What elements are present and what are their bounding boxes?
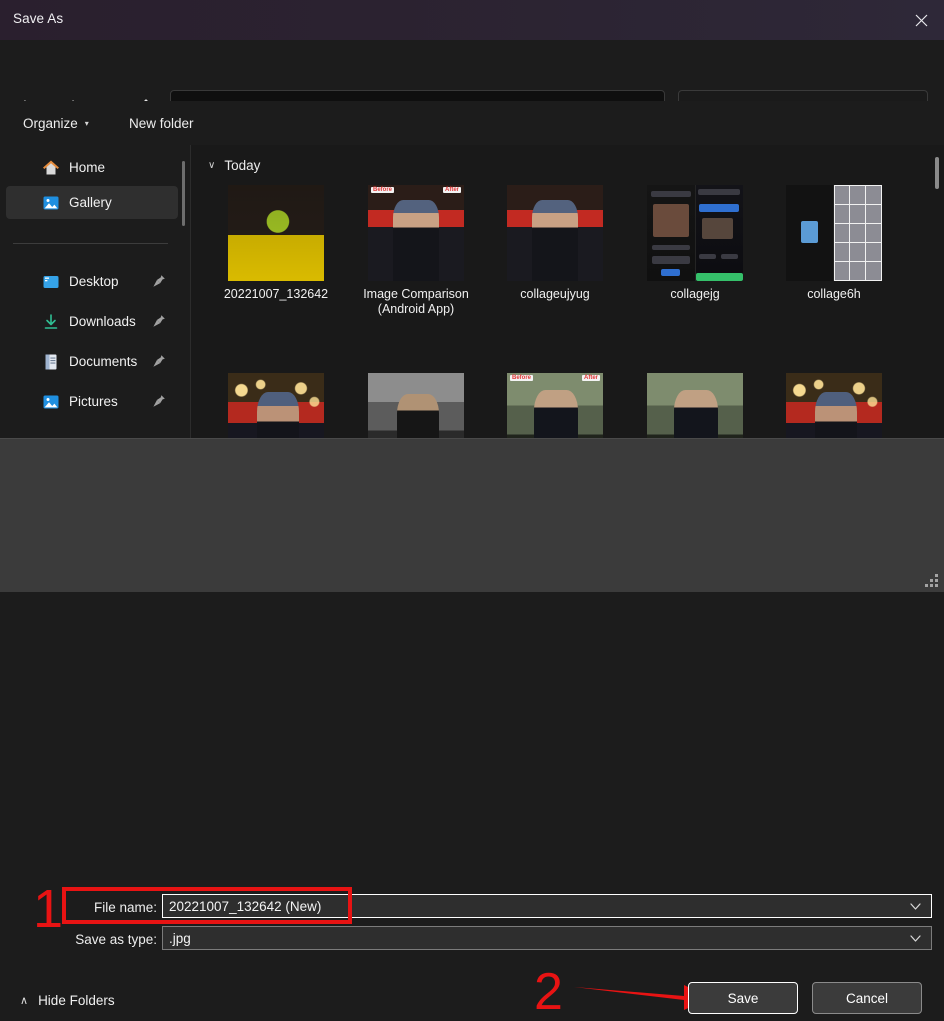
file-thumbnail bbox=[228, 185, 324, 281]
file-name-label: collage6h bbox=[807, 287, 861, 301]
file-tile[interactable]: collageujyug bbox=[494, 185, 616, 302]
sidebar-item-pictures[interactable]: Pictures bbox=[6, 385, 178, 418]
pin-icon[interactable] bbox=[152, 314, 166, 328]
new-folder-button[interactable]: New folder bbox=[120, 109, 203, 137]
save-form-panel: File name: 20221007_132642 (New) Save as… bbox=[0, 438, 944, 1018]
cancel-button[interactable]: Cancel bbox=[812, 982, 922, 1014]
chevron-down-icon[interactable] bbox=[909, 932, 922, 945]
navigation-bar: › Downloads › Search Downloads bbox=[0, 40, 944, 131]
group-header-today[interactable]: ∨ Today bbox=[208, 158, 260, 173]
file-name-label: File name: bbox=[93, 900, 157, 915]
organize-label: Organize bbox=[23, 115, 78, 131]
chevron-down-icon[interactable]: ∨ bbox=[208, 160, 215, 171]
file-thumbnail bbox=[786, 185, 882, 281]
save-as-dialog: Save As › Downloads › bbox=[0, 0, 944, 1018]
save-as-type-label: Save as type: bbox=[75, 932, 157, 947]
group-label: Today bbox=[224, 158, 261, 173]
sidebar-item-desktop[interactable]: Desktop bbox=[6, 265, 178, 298]
file-tile[interactable] bbox=[773, 373, 895, 438]
file-thumbnail bbox=[368, 373, 464, 438]
sidebar-scrollbar-thumb[interactable] bbox=[182, 161, 185, 226]
save-button[interactable]: Save bbox=[688, 982, 798, 1014]
title-bar: Save As bbox=[0, 0, 944, 41]
close-icon[interactable] bbox=[898, 0, 944, 40]
cancel-label: Cancel bbox=[845, 990, 889, 1006]
dialog-content: Home Gallery Desktop Downloads Documents… bbox=[0, 145, 944, 438]
save-as-type-select[interactable]: .jpg bbox=[162, 926, 932, 950]
file-tile[interactable]: Before After Image Comparison (Android Ap… bbox=[355, 185, 477, 317]
pin-icon[interactable] bbox=[152, 354, 166, 368]
file-tile[interactable]: 20221007_132642 bbox=[215, 185, 337, 302]
gallery-icon bbox=[42, 194, 60, 212]
file-name-label: collageujyug bbox=[520, 287, 590, 301]
file-thumbnail bbox=[507, 185, 603, 281]
resize-grip[interactable] bbox=[925, 574, 939, 588]
file-thumbnail bbox=[786, 373, 882, 438]
chevron-up-icon: ∧ bbox=[20, 994, 29, 1007]
pictures-icon bbox=[42, 393, 60, 411]
home-icon bbox=[42, 159, 60, 177]
file-tile[interactable]: collagejg bbox=[634, 185, 756, 302]
hide-folders-label: Hide Folders bbox=[38, 992, 115, 1008]
pin-icon[interactable] bbox=[152, 394, 166, 408]
file-pane-scrollbar-thumb[interactable] bbox=[935, 157, 939, 189]
file-tile[interactable]: collage6h bbox=[773, 185, 895, 302]
save-as-type-value: .jpg bbox=[169, 930, 191, 946]
file-name-label: Image Comparison (Android App) bbox=[363, 287, 469, 316]
file-name-label: collagejg bbox=[670, 287, 720, 301]
file-name-label: 20221007_132642 bbox=[223, 287, 329, 301]
file-thumbnail bbox=[647, 185, 743, 281]
file-thumbnail: Before After bbox=[368, 185, 464, 281]
file-name-input[interactable]: 20221007_132642 (New) bbox=[162, 894, 932, 918]
documents-icon bbox=[42, 353, 60, 371]
file-thumbnail bbox=[228, 373, 324, 438]
window-title: Save As bbox=[13, 11, 64, 26]
sidebar-item-downloads[interactable]: Downloads bbox=[6, 305, 178, 338]
file-list-pane: ∨ Today 20221007_132642 Before After Imag… bbox=[191, 145, 944, 438]
annotation-step-2: 2 bbox=[534, 963, 563, 1021]
sidebar-item-label: Pictures bbox=[69, 394, 118, 409]
pin-icon[interactable] bbox=[152, 274, 166, 288]
chevron-down-icon[interactable] bbox=[909, 900, 922, 913]
navigation-sidebar: Home Gallery Desktop Downloads Documents… bbox=[0, 145, 191, 438]
file-tile[interactable] bbox=[355, 373, 477, 438]
file-tile[interactable] bbox=[634, 373, 756, 438]
new-folder-label: New folder bbox=[129, 115, 194, 131]
file-thumbnail bbox=[647, 373, 743, 438]
sidebar-item-label: Downloads bbox=[69, 314, 136, 329]
sidebar-item-label: Home bbox=[69, 160, 106, 175]
downloads-icon bbox=[42, 313, 60, 331]
sidebar-item-home[interactable]: Home bbox=[6, 151, 178, 184]
chevron-down-icon: ▾ bbox=[84, 118, 89, 128]
file-tile[interactable] bbox=[215, 373, 337, 438]
sidebar-divider bbox=[13, 243, 168, 244]
file-tile[interactable]: Before After bbox=[494, 373, 616, 438]
organize-button[interactable]: Organize ▾ bbox=[14, 109, 98, 137]
save-label: Save bbox=[727, 990, 759, 1006]
sidebar-item-documents[interactable]: Documents bbox=[6, 345, 178, 378]
sidebar-item-label: Documents bbox=[69, 354, 138, 369]
file-thumbnail: Before After bbox=[507, 373, 603, 438]
file-pane-scrollbar[interactable] bbox=[929, 145, 944, 438]
sidebar-item-label: Desktop bbox=[69, 274, 119, 289]
sidebar-item-label: Gallery bbox=[69, 195, 112, 210]
command-bar: Organize ▾ New folder ▾ ? bbox=[0, 101, 944, 235]
sidebar-item-gallery[interactable]: Gallery bbox=[6, 186, 178, 219]
hide-folders-button[interactable]: ∧ Hide Folders bbox=[12, 987, 123, 1013]
desktop-icon bbox=[42, 273, 60, 291]
annotation-step-1: 1 bbox=[33, 879, 64, 939]
file-name-value: 20221007_132642 (New) bbox=[169, 898, 322, 914]
